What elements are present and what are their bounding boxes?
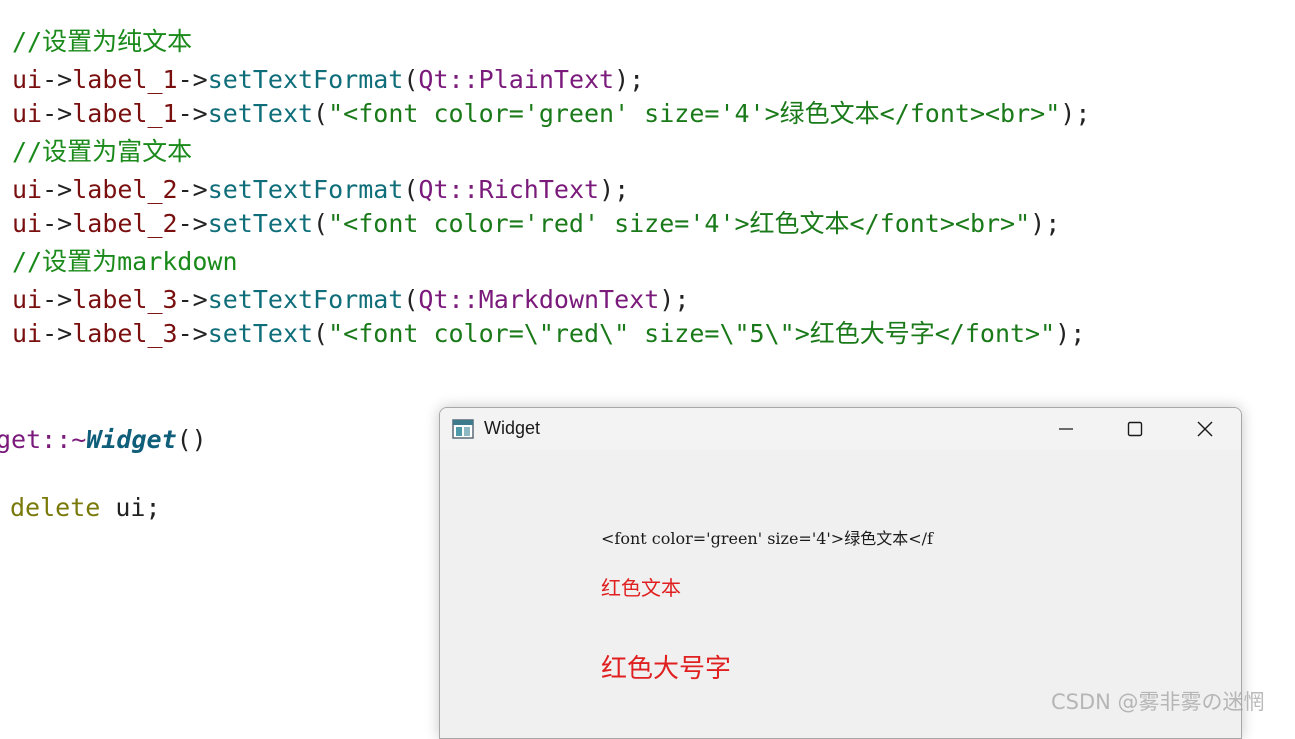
code-comment-markdown: //设置为markdown <box>12 247 238 276</box>
code-line-settext-2: ui->label_2->setText("<font color='red' … <box>12 209 1061 238</box>
maximize-icon <box>1127 421 1143 437</box>
window-title: Widget <box>484 418 541 438</box>
close-icon <box>1197 421 1213 437</box>
code-line-settextformat-2: ui->label_2->setTextFormat(Qt::RichText)… <box>12 175 630 204</box>
code-comment-rich: //设置为富文本 <box>12 137 193 166</box>
label-3-markdown-text: 红色大号字 <box>601 654 732 684</box>
code-line-settextformat-3: ui->label_3->setTextFormat(Qt::MarkdownT… <box>12 285 690 314</box>
minimize-icon <box>1059 428 1073 430</box>
code-line-destructor: get::~Widget() <box>0 425 207 454</box>
qt-window-icon <box>452 419 474 439</box>
window-titlebar[interactable]: Widget <box>440 408 1241 450</box>
code-line-settext-1: ui->label_1->setText("<font color='green… <box>12 99 1091 128</box>
code-line-settext-3: ui->label_3->setText("<font color=\"red\… <box>12 319 1086 348</box>
code-line-delete: delete ui; <box>10 493 161 522</box>
code-comment-plain: //设置为纯文本 <box>12 27 193 56</box>
close-button[interactable] <box>1170 408 1240 450</box>
maximize-button[interactable] <box>1100 408 1170 450</box>
minimize-button[interactable] <box>1031 408 1101 450</box>
watermark: CSDN @雾非雾の迷惘 <box>1051 690 1265 714</box>
label-2-rich-text: 红色文本 <box>601 576 681 600</box>
code-line-settextformat-1: ui->label_1->setTextFormat(Qt::PlainText… <box>12 65 645 94</box>
label-1-plain-text: <font color='green' size='4'>绿色文本</f <box>601 529 933 548</box>
